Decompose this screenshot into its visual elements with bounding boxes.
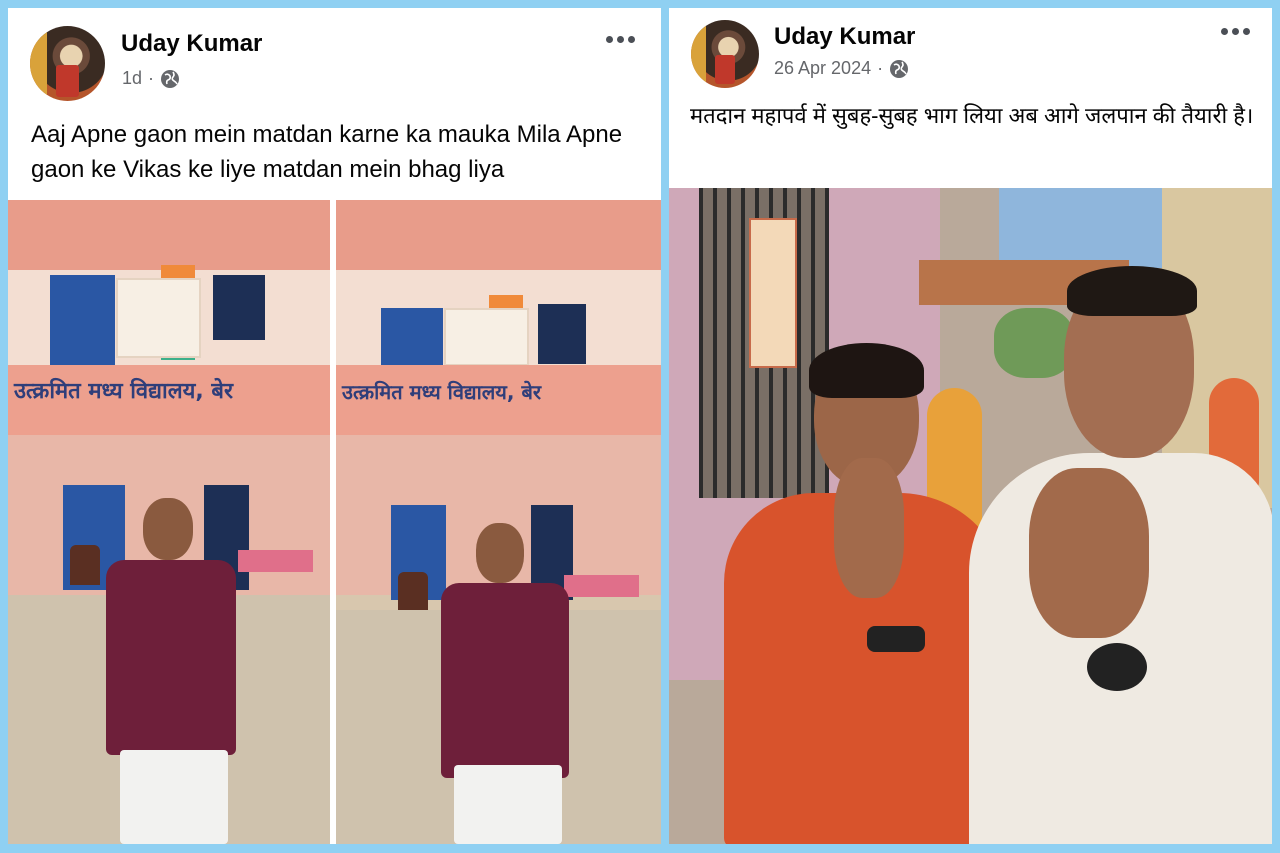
post-photo-2[interactable]: उत्क्रमित मध्य विद्यालय, बेर xyxy=(336,200,661,844)
post-timestamp[interactable]: 1d xyxy=(122,68,142,89)
post-photo-1[interactable]: उत्क्रमित मध्य विद्यालय, बेर xyxy=(8,200,330,844)
meta-separator: · xyxy=(877,58,884,78)
post-card-left: Uday Kumar 1d · Aaj Apne gaon mein matda… xyxy=(8,8,661,844)
school-banner-text: उत्क्रमित मध्य विद्यालय, बेर xyxy=(342,380,542,404)
post-text: Aaj Apne gaon mein matdan karne ka mauka… xyxy=(31,121,623,183)
author-avatar[interactable] xyxy=(30,26,105,101)
school-banner-text: उत्क्रमित मध्य विद्यालय, बेर xyxy=(14,379,233,404)
post-card-right: Uday Kumar 26 Apr 2024 · मतदान महापर्व म… xyxy=(669,8,1272,844)
more-options-icon[interactable] xyxy=(606,36,635,43)
meta-separator: · xyxy=(148,68,155,88)
post-text: मतदान महापर्व में सुबह-सुबह भाग लिया अब … xyxy=(690,103,1254,128)
post-meta: 26 Apr 2024 · xyxy=(774,58,909,79)
globe-icon xyxy=(161,69,180,88)
globe-icon xyxy=(890,59,909,78)
author-name[interactable]: Uday Kumar xyxy=(774,23,915,51)
post-photo[interactable] xyxy=(669,188,1272,844)
post-timestamp[interactable]: 26 Apr 2024 xyxy=(774,58,871,79)
more-options-icon[interactable] xyxy=(1221,28,1250,35)
author-avatar[interactable] xyxy=(691,20,759,88)
author-name[interactable]: Uday Kumar xyxy=(121,30,262,58)
post-meta: 1d · xyxy=(122,68,180,89)
